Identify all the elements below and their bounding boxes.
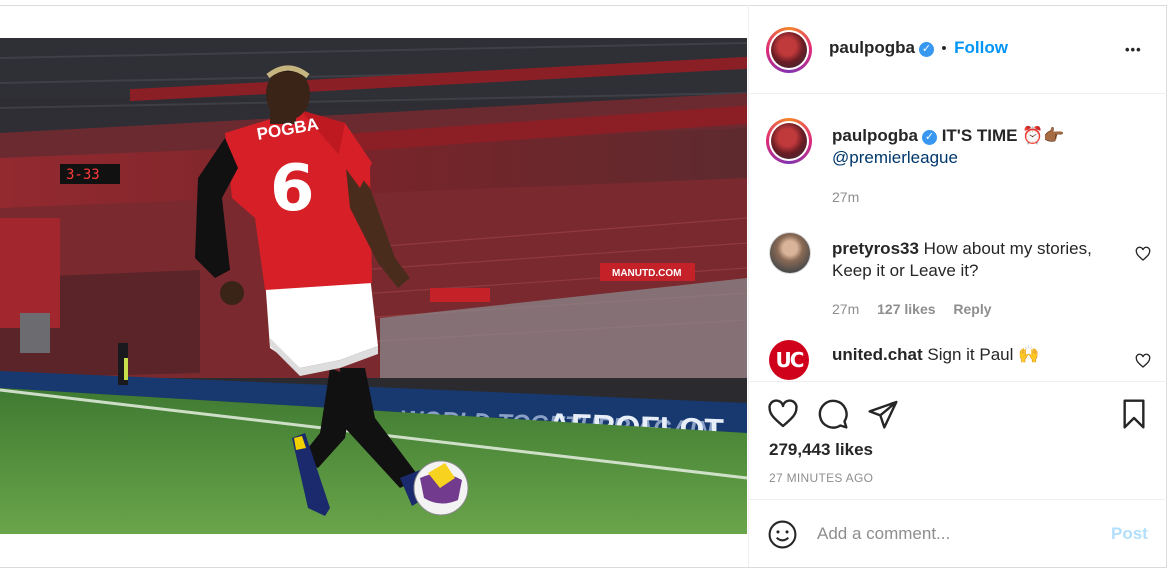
post-actions: 279,443 likes 27 MINUTES AGO [749,381,1167,499]
comment-username[interactable]: united.chat [832,345,923,364]
heart-icon[interactable] [1135,353,1151,369]
comment-input[interactable] [817,520,1087,548]
heart-icon[interactable] [1135,246,1151,262]
caption-username[interactable]: paulpogba [832,126,918,145]
comment-icon[interactable] [817,398,849,430]
separator-dot: • [941,40,947,57]
comment-username[interactable]: pretyros33 [832,239,919,258]
caption-mention[interactable]: @premierleague [832,148,958,167]
share-icon[interactable] [867,398,899,430]
caption-text: IT'S TIME ⏰👉🏾 [941,126,1065,145]
reply-button[interactable]: Reply [953,301,991,317]
comment-likes[interactable]: 127 likes [877,301,935,317]
football [413,460,469,516]
jersey-number: 6 [270,152,315,226]
caption-avatar[interactable] [766,118,812,164]
comment-time[interactable]: 27m [832,301,859,317]
svg-text:3-33: 3-33 [66,167,100,183]
comments-list[interactable]: paulpogba ✓ IT'S TIME ⏰👉🏾 @premierleague … [749,94,1167,381]
caption-time[interactable]: 27m [832,189,859,205]
likes-count[interactable]: 279,443 likes [769,440,873,460]
post-photo[interactable]: 3-33 MANUTD.COM WORLD TOGETHER AGAIN AER… [0,38,747,534]
author-username[interactable]: paulpogba [829,38,915,57]
verified-icon: ✓ [918,42,934,57]
post-side-panel: paulpogba ✓ • Follow ••• paulpogba ✓ IT'S … [748,5,1167,567]
follow-button[interactable]: Follow [954,38,1008,57]
bookmark-icon[interactable] [1118,398,1150,430]
post-image: 3-33 MANUTD.COM WORLD TOGETHER AGAIN AER… [0,38,747,534]
author-avatar[interactable] [766,27,812,73]
comment-avatar[interactable] [769,232,811,274]
post-header: paulpogba ✓ • Follow ••• [749,5,1167,94]
emoji-icon[interactable] [767,519,798,550]
comment-avatar[interactable]: UC [769,340,809,380]
comment-text: Sign it Paul 🙌 [927,345,1040,364]
post-time[interactable]: 27 MINUTES AGO [769,471,873,485]
more-icon[interactable]: ••• [1125,42,1142,57]
svg-text:MANUTD.COM: MANUTD.COM [612,268,681,279]
add-comment-bar: Post [749,499,1167,567]
post-comment-button[interactable]: Post [1111,524,1148,544]
verified-icon: ✓ [921,130,937,145]
heart-icon[interactable] [767,398,799,430]
